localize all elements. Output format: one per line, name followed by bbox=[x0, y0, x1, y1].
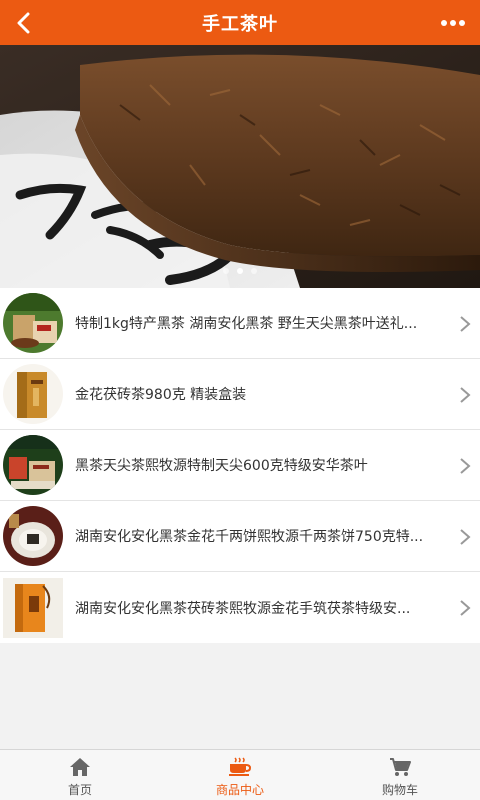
tab-product-center[interactable]: 商品中心 bbox=[160, 750, 320, 800]
product-name: 黑茶天尖茶熙牧源特制天尖600克特级安华茶叶 bbox=[75, 458, 368, 474]
tab-label: 商品中心 bbox=[215, 783, 264, 797]
more-menu-button[interactable] bbox=[434, 6, 472, 40]
chevron-right-icon bbox=[460, 458, 471, 474]
tea-cup-icon bbox=[229, 757, 252, 776]
back-button[interactable] bbox=[6, 6, 40, 40]
product-name: 湖南安化安化黑茶茯砖茶熙牧源金花手筑茯茶特级安... bbox=[75, 600, 411, 617]
page-title: 手工茶叶 bbox=[202, 13, 278, 35]
carousel-dot[interactable] bbox=[251, 268, 257, 274]
chevron-right-icon bbox=[460, 529, 471, 545]
tab-home[interactable]: 首页 bbox=[0, 750, 160, 800]
banner-image bbox=[0, 45, 480, 288]
tab-label: 购物车 bbox=[381, 783, 418, 797]
back-arrow-icon bbox=[17, 12, 30, 34]
product-thumbnail bbox=[3, 577, 63, 638]
product-thumbnail bbox=[3, 435, 63, 495]
home-icon bbox=[70, 758, 90, 776]
carousel-dot-active[interactable] bbox=[237, 268, 243, 274]
product-thumbnail bbox=[3, 364, 63, 424]
top-bar: 手工茶叶 bbox=[0, 0, 480, 45]
product-thumbnail bbox=[3, 506, 63, 566]
product-item[interactable]: 湖南安化安化黑茶金花千两饼熙牧源千两茶饼750克特... bbox=[0, 501, 480, 572]
more-dots-icon bbox=[441, 20, 465, 26]
product-name: 特制1kg特产黑茶 湖南安化黑茶 野生天尖黑茶叶送礼... bbox=[75, 316, 418, 332]
cart-icon bbox=[390, 758, 411, 776]
chevron-right-icon bbox=[460, 600, 471, 616]
product-list: 特制1kg特产黑茶 湖南安化黑茶 野生天尖黑茶叶送礼... 金花茯砖茶980克 … bbox=[0, 288, 480, 643]
product-name: 湖南安化安化黑茶金花千两饼熙牧源千两茶饼750克特... bbox=[75, 529, 424, 545]
product-item[interactable]: 湖南安化安化黑茶茯砖茶熙牧源金花手筑茯茶特级安... bbox=[0, 572, 480, 643]
tab-cart[interactable]: 购物车 bbox=[320, 750, 480, 800]
product-item[interactable]: 金花茯砖茶980克 精装盒装 bbox=[0, 359, 480, 430]
product-item[interactable]: 黑茶天尖茶熙牧源特制天尖600克特级安华茶叶 bbox=[0, 430, 480, 501]
chevron-right-icon bbox=[460, 387, 471, 403]
carousel-dot[interactable] bbox=[223, 268, 229, 274]
carousel-indicator bbox=[0, 268, 480, 274]
banner-carousel[interactable] bbox=[0, 45, 480, 288]
product-name: 金花茯砖茶980克 精装盒装 bbox=[75, 387, 247, 403]
product-thumbnail bbox=[3, 293, 63, 353]
chevron-right-icon bbox=[460, 316, 471, 332]
product-item[interactable]: 特制1kg特产黑茶 湖南安化黑茶 野生天尖黑茶叶送礼... bbox=[0, 288, 480, 359]
tab-label: 首页 bbox=[67, 783, 92, 797]
bottom-tab-bar: 首页 商品中心 购物车 bbox=[0, 749, 480, 800]
